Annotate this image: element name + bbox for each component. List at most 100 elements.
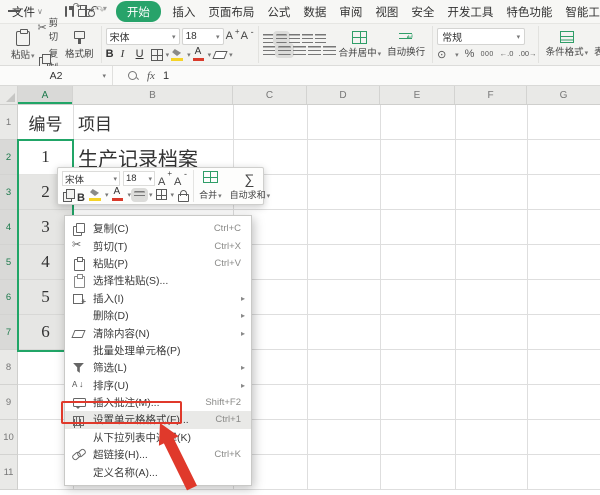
row-header-3[interactable]: 3: [0, 175, 18, 210]
decrease-decimal-icon[interactable]: [519, 48, 534, 61]
menu-item-cut[interactable]: 剪切(T) Ctrl+X: [65, 237, 251, 254]
format-painter-button[interactable]: 格式刷: [65, 30, 94, 60]
tab-dev-tools[interactable]: 开发工具: [447, 4, 493, 20]
mini-merge-button[interactable]: 合并▾: [199, 170, 222, 202]
cut-button[interactable]: 剪切: [38, 15, 63, 43]
merge-center-button[interactable]: 合并居中▾: [339, 31, 382, 59]
fx-icon[interactable]: fx: [147, 70, 155, 82]
fill-color-icon[interactable]: [171, 48, 184, 61]
mini-lock-icon[interactable]: [177, 189, 189, 201]
increase-indent-icon[interactable]: [315, 34, 326, 43]
mini-autosum-button[interactable]: 自动求和▾: [230, 170, 271, 202]
wrap-text-button[interactable]: 自动换行: [387, 31, 425, 58]
tab-security[interactable]: 安全: [411, 4, 434, 20]
conditional-format-button[interactable]: 条件格式▾: [546, 31, 589, 58]
mini-borders-icon[interactable]: [156, 189, 167, 200]
menu-item-insert[interactable]: 插入(I) ▸: [65, 290, 251, 307]
decrease-indent-icon[interactable]: [302, 34, 313, 43]
percent-icon[interactable]: [465, 48, 475, 61]
row-header-4[interactable]: 4: [0, 210, 18, 245]
align-bottom-icon[interactable]: [289, 34, 300, 43]
tab-page-layout[interactable]: 页面布局: [208, 4, 254, 20]
bold-button[interactable]: [106, 48, 119, 61]
column-header-e[interactable]: E: [380, 86, 455, 104]
name-box-value: A2: [50, 70, 63, 82]
chevron-down-icon: ▾: [585, 50, 589, 57]
row-header-2[interactable]: 2: [0, 140, 18, 175]
menu-item-batch-process[interactable]: 批量处理单元格(P): [65, 342, 251, 359]
tab-special-features[interactable]: 特色功能: [506, 4, 552, 20]
mini-increase-font-icon[interactable]: [158, 172, 171, 185]
row-header-1[interactable]: 1: [0, 105, 18, 140]
font-color-icon[interactable]: [193, 48, 205, 61]
currency-icon[interactable]: [437, 48, 448, 61]
menu-item-delete[interactable]: 删除(D) ▸: [65, 307, 251, 324]
row-header-10[interactable]: 10: [0, 420, 18, 455]
select-all-corner[interactable]: [0, 86, 18, 104]
paste-icon: [15, 29, 31, 46]
decrease-font-icon[interactable]: [241, 30, 254, 43]
row-header-6[interactable]: 6: [0, 280, 18, 315]
thousands-separator-icon[interactable]: [481, 48, 494, 61]
menu-item-filter[interactable]: 筛选(L) ▸: [65, 359, 251, 376]
menu-item-clear-contents[interactable]: 清除内容(N) ▸: [65, 324, 251, 341]
tab-data[interactable]: 数据: [303, 4, 326, 20]
tab-smart-toolbox[interactable]: 智能工具箱: [565, 4, 600, 20]
chevron-down-icon: ▾: [171, 191, 175, 199]
column-header-g[interactable]: G: [527, 86, 600, 104]
menu-item-paste-special[interactable]: 选择性粘贴(S)...: [65, 272, 251, 289]
row-header-8[interactable]: 8: [0, 350, 18, 385]
align-left-icon[interactable]: [263, 46, 276, 55]
increase-decimal-icon[interactable]: [500, 48, 513, 61]
align-right-icon[interactable]: [293, 46, 306, 55]
underline-button[interactable]: [136, 48, 149, 61]
italic-button[interactable]: [121, 48, 134, 61]
align-center-icon[interactable]: [278, 46, 291, 55]
font-name-select[interactable]: 宋体▾: [106, 28, 180, 45]
column-header-f[interactable]: F: [455, 86, 527, 104]
row-header-5[interactable]: 5: [0, 245, 18, 280]
row-header-7[interactable]: 7: [0, 315, 18, 350]
tab-home[interactable]: 开始: [116, 1, 161, 22]
mini-font-select[interactable]: 宋体▾: [62, 171, 120, 186]
mini-font-color-icon[interactable]: [112, 188, 124, 201]
copy-icon: [72, 222, 86, 236]
mini-fill-color-icon[interactable]: [89, 188, 101, 201]
justify-icon[interactable]: [308, 46, 321, 55]
menu-item-sort[interactable]: 排序(U) ▸: [65, 377, 251, 394]
tab-insert[interactable]: 插入: [172, 4, 195, 20]
number-format-value: 常规: [442, 29, 462, 44]
magnifier-icon[interactable]: [127, 70, 139, 82]
increase-font-icon[interactable]: [226, 30, 239, 43]
row-header-9[interactable]: 9: [0, 385, 18, 420]
sort-icon: [72, 378, 86, 392]
number-format-select[interactable]: 常规▾: [437, 28, 525, 45]
tab-formulas[interactable]: 公式: [267, 4, 290, 20]
font-size-select[interactable]: 18▾: [182, 28, 224, 45]
mini-bold-button[interactable]: [77, 188, 86, 201]
menu-item-paste[interactable]: 粘贴(P) Ctrl+V: [65, 255, 251, 272]
distributed-icon[interactable]: [323, 46, 336, 55]
table-style-button[interactable]: 表格样式: [594, 31, 600, 58]
cell-a1[interactable]: 编号: [18, 105, 73, 140]
column-header-d[interactable]: D: [307, 86, 380, 104]
align-top-icon[interactable]: [263, 34, 274, 43]
column-header-a[interactable]: A: [18, 86, 73, 104]
tab-review[interactable]: 审阅: [339, 4, 362, 20]
borders-icon[interactable]: [151, 49, 163, 61]
column-header-b[interactable]: B: [73, 86, 233, 104]
mini-size-select[interactable]: 18▾: [123, 171, 155, 186]
column-header-c[interactable]: C: [233, 86, 307, 104]
row-header-11[interactable]: 11: [0, 455, 18, 490]
paste-button[interactable]: 粘贴▾: [11, 29, 35, 61]
menu-item-copy[interactable]: 复制(C) Ctrl+C: [65, 220, 251, 237]
name-box[interactable]: A2 ▾: [0, 66, 113, 85]
tab-view[interactable]: 视图: [375, 4, 398, 20]
cell-b1[interactable]: 项目: [73, 105, 233, 140]
align-middle-icon[interactable]: [276, 34, 287, 43]
mini-decrease-font-icon[interactable]: [174, 172, 187, 185]
formula-input[interactable]: 1: [163, 70, 169, 82]
clear-format-icon[interactable]: [213, 49, 226, 60]
mini-format-painter-icon[interactable]: [62, 189, 74, 201]
mini-align-center-icon[interactable]: [134, 191, 145, 199]
